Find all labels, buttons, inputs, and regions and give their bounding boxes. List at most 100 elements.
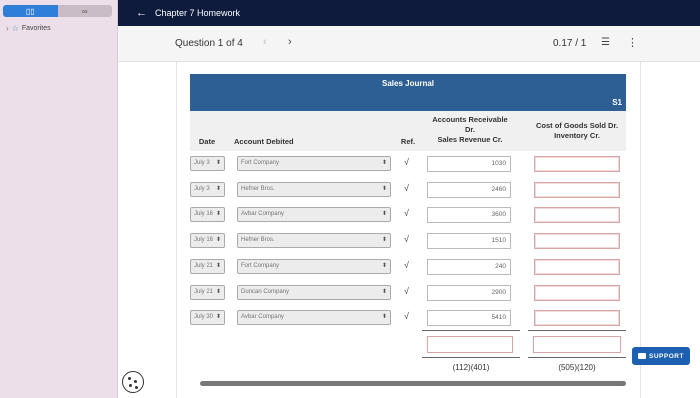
select-arrows-icon: ⬍ bbox=[381, 211, 387, 218]
chevron-left-icon[interactable]: ‹ bbox=[263, 36, 267, 48]
cogs-amount-input[interactable] bbox=[534, 233, 620, 250]
question-label: Question 1 of 4 bbox=[175, 38, 243, 49]
favorites-item[interactable]: › ☆ Favorites bbox=[6, 24, 51, 33]
select-arrows-icon: ⬍ bbox=[215, 237, 221, 244]
date-value: July 30 bbox=[194, 314, 214, 321]
ref-checkmark: √ bbox=[404, 234, 409, 245]
select-arrows-icon: ⬍ bbox=[215, 160, 221, 166]
account-select[interactable]: Hefner Bros. ⬍ bbox=[237, 181, 391, 197]
date-value: July 16 bbox=[194, 211, 214, 218]
account-value: Fort Company bbox=[241, 262, 280, 269]
account-value: Duncan Company bbox=[241, 288, 290, 295]
col-ar: Accounts Receivable Dr. Sales Revenue Cr… bbox=[422, 115, 518, 145]
col-ar-line2: Dr. bbox=[464, 125, 475, 134]
cogs-amount-input[interactable] bbox=[534, 181, 620, 198]
ref-checkmark: √ bbox=[404, 311, 409, 322]
ar-amount-input[interactable]: 1030 bbox=[427, 156, 511, 172]
list-icon[interactable]: ☰ bbox=[601, 37, 610, 48]
total-ar-input[interactable] bbox=[427, 336, 513, 353]
total-rule-ar bbox=[422, 330, 520, 331]
book-icon[interactable]: ▯▯ bbox=[3, 5, 58, 17]
table-row: July 3 ⬍ Fort Company ⬍ √ 1030 bbox=[190, 152, 626, 176]
select-arrows-icon: ⬍ bbox=[215, 211, 221, 218]
cogs-amount-input[interactable] bbox=[534, 310, 620, 327]
double-rule-cogs bbox=[528, 357, 626, 358]
chevron-right-icon[interactable]: › bbox=[288, 36, 292, 48]
select-arrows-icon: ⬍ bbox=[381, 160, 387, 166]
ref-checkmark: √ bbox=[404, 182, 409, 193]
assignment-title: Chapter 7 Homework bbox=[155, 8, 241, 18]
account-value: Hefner Bros. bbox=[241, 185, 275, 192]
date-select[interactable]: July 16 ⬍ bbox=[190, 233, 225, 249]
favorites-label: Favorites bbox=[21, 25, 51, 32]
select-arrows-icon: ⬍ bbox=[381, 185, 387, 192]
cogs-amount-input[interactable] bbox=[534, 156, 620, 172]
select-arrows-icon: ⬍ bbox=[215, 314, 221, 321]
ar-amount-input[interactable]: 2900 bbox=[427, 284, 511, 301]
date-value: July 3 bbox=[194, 160, 210, 166]
score-display: 0.17 / 1 bbox=[553, 38, 587, 49]
question-bar: Question 1 of 4 ‹ › 0.17 / 1 ☰ ⋮ bbox=[118, 26, 700, 62]
support-label: SUPPORT bbox=[649, 352, 684, 360]
chat-icon bbox=[638, 353, 647, 359]
table-row: July 16 ⬍ Hefner Bros. ⬍ √ 1510 bbox=[190, 229, 626, 253]
cogs-amount-input[interactable] bbox=[534, 284, 620, 301]
back-arrow-icon[interactable]: ← bbox=[136, 7, 147, 19]
col-ar-line3: Sales Revenue Cr. bbox=[437, 135, 503, 144]
date-value: July 21 bbox=[194, 262, 214, 269]
more-vertical-icon[interactable]: ⋮ bbox=[627, 36, 638, 49]
select-arrows-icon: ⬍ bbox=[381, 314, 387, 321]
select-arrows-icon: ⬍ bbox=[215, 185, 221, 192]
date-select[interactable]: July 21 ⬍ bbox=[190, 258, 225, 274]
col-ar-line1: Accounts Receivable bbox=[432, 115, 508, 124]
horizontal-scrollbar[interactable] bbox=[200, 381, 626, 386]
account-select[interactable]: Avbar Company ⬍ bbox=[237, 310, 391, 326]
ar-amount-input[interactable]: 240 bbox=[427, 258, 511, 275]
ar-account-numbers: (112)(401) bbox=[452, 363, 490, 372]
cogs-amount-input[interactable] bbox=[534, 258, 620, 275]
cogs-amount-input[interactable] bbox=[534, 207, 620, 224]
support-button[interactable]: SUPPORT bbox=[632, 347, 690, 365]
account-select[interactable]: Duncan Company ⬍ bbox=[237, 284, 391, 300]
col-cogs: Cost of Goods Sold Dr. Inventory Cr. bbox=[530, 121, 624, 141]
sidebar: ▯▯ ∞ › ☆ Favorites bbox=[0, 0, 118, 398]
account-value: Hefner Bros. bbox=[241, 237, 275, 244]
account-value: Avbar Company bbox=[241, 314, 284, 321]
table-row: July 30 ⬍ Avbar Company ⬍ √ 5410 bbox=[190, 306, 626, 330]
top-bar: ← Chapter 7 Homework bbox=[118, 0, 700, 26]
view-toggle[interactable]: ▯▯ ∞ bbox=[3, 5, 112, 17]
account-select[interactable]: Fort Company ⬍ bbox=[237, 156, 391, 171]
account-select[interactable]: Hefner Bros. ⬍ bbox=[237, 233, 391, 249]
ar-amount-input[interactable]: 3600 bbox=[427, 207, 511, 224]
select-arrows-icon: ⬍ bbox=[381, 262, 387, 269]
account-select[interactable]: Avbar Company ⬍ bbox=[237, 207, 391, 223]
cookie-icon[interactable] bbox=[122, 371, 144, 393]
ar-amount-input[interactable]: 2460 bbox=[427, 181, 511, 198]
ref-checkmark: √ bbox=[404, 157, 409, 167]
date-value: July 21 bbox=[194, 288, 214, 295]
ref-checkmark: √ bbox=[404, 208, 409, 219]
table-row: July 21 ⬍ Duncan Company ⬍ √ 2900 bbox=[190, 281, 626, 305]
date-select[interactable]: July 21 ⬍ bbox=[190, 284, 225, 300]
ref-checkmark: √ bbox=[404, 285, 409, 296]
date-select[interactable]: July 30 ⬍ bbox=[190, 310, 225, 326]
date-select[interactable]: July 3 ⬍ bbox=[190, 181, 225, 197]
col-account: Account Debited bbox=[234, 137, 294, 146]
ar-amount-input[interactable]: 1510 bbox=[427, 233, 511, 250]
cogs-account-numbers: (505)(120) bbox=[558, 363, 596, 372]
table-row: July 3 ⬍ Hefner Bros. ⬍ √ 2460 bbox=[190, 178, 626, 202]
journal-header: Sales Journal S1 bbox=[190, 74, 626, 111]
chevron-right-icon: › bbox=[6, 24, 9, 33]
table-row: July 16 ⬍ Avbar Company ⬍ √ 3600 bbox=[190, 203, 626, 227]
account-value: Avbar Company bbox=[241, 211, 284, 218]
glasses-icon[interactable]: ∞ bbox=[57, 5, 112, 17]
total-rule-cogs bbox=[528, 330, 626, 331]
date-select[interactable]: July 16 ⬍ bbox=[190, 207, 225, 223]
star-icon: ☆ bbox=[11, 24, 19, 33]
account-select[interactable]: Fort Company ⬍ bbox=[237, 258, 391, 274]
ar-amount-input[interactable]: 5410 bbox=[427, 310, 511, 327]
date-value: July 16 bbox=[194, 237, 214, 244]
table-row: July 21 ⬍ Fort Company ⬍ √ 240 bbox=[190, 255, 626, 279]
total-cogs-input[interactable] bbox=[533, 336, 621, 353]
date-select[interactable]: July 3 ⬍ bbox=[190, 156, 225, 171]
